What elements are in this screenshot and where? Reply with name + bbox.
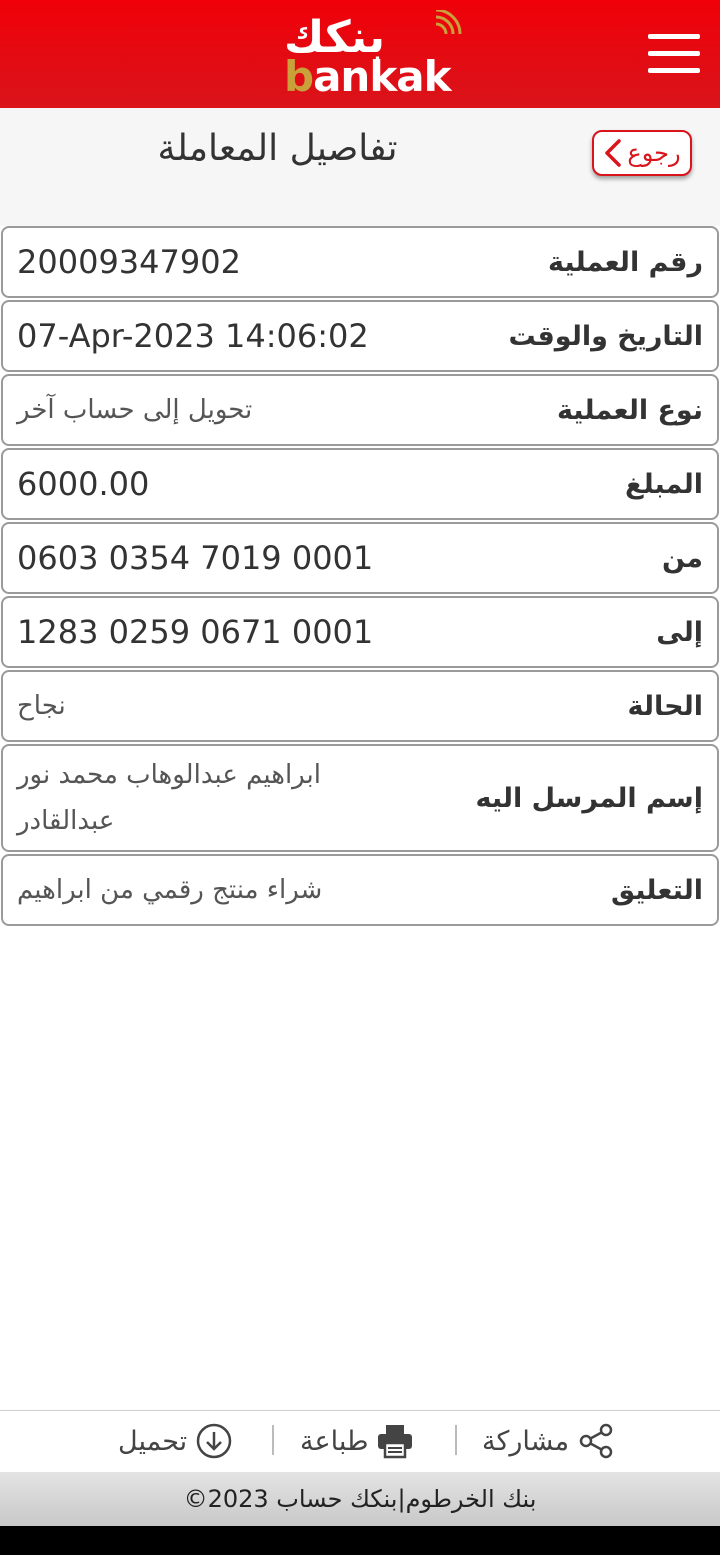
share-label: مشاركة bbox=[482, 1425, 570, 1457]
recipient-name-label: إسم المرسل اليه bbox=[475, 782, 703, 814]
copyright-footer: ©2023 بنك الخرطوم|بنكك حساب bbox=[0, 1472, 720, 1526]
detail-row-date-time: 07-Apr-2023 14:06:02 التاريخ والوقت bbox=[1, 300, 719, 372]
share-button[interactable]: مشاركة bbox=[482, 1421, 615, 1461]
back-button-label: رجوع bbox=[627, 139, 681, 167]
transaction-type-label: نوع العملية bbox=[556, 394, 703, 426]
comment-label: التعليق bbox=[610, 874, 703, 906]
system-navigation-bar bbox=[0, 1526, 720, 1555]
transaction-number-value: 20009347902 bbox=[17, 243, 241, 281]
print-button[interactable]: طباعة bbox=[300, 1421, 414, 1461]
download-button[interactable]: تحميل bbox=[118, 1421, 233, 1461]
transaction-type-value: تحويل إلى حساب آخر bbox=[17, 395, 253, 425]
detail-row-transaction-number: 20009347902 رقم العملية bbox=[1, 226, 719, 298]
transaction-details: 20009347902 رقم العملية 07-Apr-2023 14:0… bbox=[0, 226, 720, 928]
back-button[interactable]: رجوع bbox=[592, 130, 692, 176]
page-title: تفاصيل المعاملة bbox=[157, 128, 398, 169]
action-bar: مشاركة طباعة تحميل bbox=[0, 1410, 720, 1473]
date-time-label: التاريخ والوقت bbox=[508, 320, 703, 352]
download-label: تحميل bbox=[118, 1425, 188, 1457]
amount-label: المبلغ bbox=[625, 468, 703, 500]
from-account-value: 0603 0354 7019 0001 bbox=[17, 539, 374, 577]
detail-row-transaction-type: تحويل إلى حساب آخر نوع العملية bbox=[1, 374, 719, 446]
copyright-text: ©2023 بنك الخرطوم|بنكك حساب bbox=[183, 1485, 537, 1513]
status-value: نجاح bbox=[17, 691, 66, 721]
recipient-name-value: ابراهيم عبدالوهاب محمد نور عبدالقادر bbox=[17, 760, 321, 836]
detail-row-status: نجاح الحالة bbox=[1, 670, 719, 742]
app-header: بنكك bankak bbox=[0, 0, 720, 108]
detail-row-comment: شراء منتج رقمي من ابراهيم التعليق bbox=[1, 854, 719, 926]
print-label: طباعة bbox=[300, 1425, 369, 1457]
transaction-number-label: رقم العملية bbox=[548, 246, 703, 278]
detail-row-from-account: 0603 0354 7019 0001 من bbox=[1, 522, 719, 594]
share-icon bbox=[579, 1423, 613, 1459]
action-divider bbox=[272, 1425, 274, 1455]
to-account-label: إلى bbox=[656, 616, 703, 648]
download-icon bbox=[196, 1423, 232, 1459]
detail-row-amount: 6000.00 المبلغ bbox=[1, 448, 719, 520]
printer-icon bbox=[378, 1425, 413, 1459]
date-time-value: 07-Apr-2023 14:06:02 bbox=[17, 317, 369, 355]
detail-row-to-account: 1283 0259 0671 0001 إلى bbox=[1, 596, 719, 668]
logo-english-text: bankak bbox=[284, 52, 452, 101]
bankak-logo: بنكك bankak bbox=[280, 8, 470, 101]
hamburger-menu-icon[interactable] bbox=[648, 34, 700, 74]
signal-icon bbox=[435, 10, 462, 35]
comment-value: شراء منتج رقمي من ابراهيم bbox=[17, 875, 323, 905]
action-divider bbox=[455, 1425, 457, 1455]
detail-row-recipient-name: ابراهيم عبدالوهاب محمد نور عبدالقادر إسم… bbox=[1, 744, 719, 852]
amount-value: 6000.00 bbox=[17, 465, 150, 503]
chevron-left-icon bbox=[605, 139, 622, 167]
status-label: الحالة bbox=[627, 690, 703, 722]
to-account-value: 1283 0259 0671 0001 bbox=[17, 613, 374, 651]
from-account-label: من bbox=[661, 542, 703, 574]
